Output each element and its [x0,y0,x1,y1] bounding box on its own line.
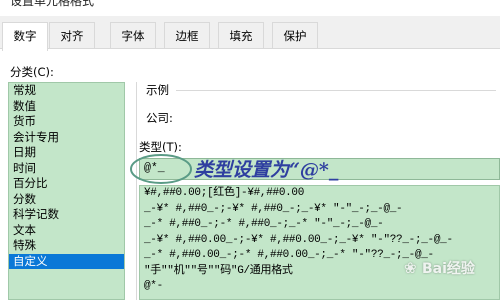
format-item[interactable]: _-¥* #,##0.00_-;-¥* #,##0.00_-;_-¥* "-"?… [140,233,499,249]
sample-label: 示例 [146,83,169,97]
category-item-custom[interactable]: 自定义 [9,253,124,269]
tab-strip: 数字 对齐 字体 边框 填充 保护 [0,22,500,51]
tab-border[interactable]: 边框 [164,22,210,49]
category-item-fraction[interactable]: 分数 [9,192,124,208]
category-item-accounting[interactable]: 会计专用 [9,130,124,146]
dialog-title-bar: 设置单元格格式 [0,0,500,16]
sample-group-line [176,90,496,91]
sample-value: 公司: [146,111,173,125]
category-item-number[interactable]: 数值 [9,99,124,115]
category-item-scientific[interactable]: 科学记数 [9,207,124,223]
type-label: 类型(T): [139,140,182,154]
category-item-percentage[interactable]: 百分比 [9,176,124,192]
tab-number[interactable]: 数字 [2,22,48,51]
watermark-text: Bai经验 [422,261,475,277]
format-item[interactable]: ¥#,##0.00;[红色]-¥#,##0.00 [140,186,499,202]
category-label: 分类(C): [10,65,54,79]
section-divider [136,82,137,300]
category-item-currency[interactable]: 货币 [9,114,124,130]
format-item[interactable]: _-* #,##0_-;-* #,##0_-;_-* "-"_-;_-@_- [140,217,499,233]
format-item[interactable]: @*- [140,279,499,295]
category-item-general[interactable]: 常规 [9,83,124,99]
category-item-time[interactable]: 时间 [9,161,124,177]
category-item-text[interactable]: 文本 [9,223,124,239]
tab-font[interactable]: 字体 [110,22,156,49]
tab-divider [0,48,500,49]
category-item-special[interactable]: 特殊 [9,238,124,254]
dialog-title: 设置单元格格式 [10,0,95,8]
paw-icon: ❀ [404,259,417,277]
format-item[interactable]: _-¥* #,##0_-;-¥* #,##0_-;_-¥* "-"_-;_-@_… [140,202,499,218]
tab-fill[interactable]: 填充 [218,22,264,49]
category-list[interactable]: 常规 数值 货币 会计专用 日期 时间 百分比 分数 科学记数 文本 特殊 自定… [8,82,125,300]
annotation-text: 类型设置为“@*_ [194,159,339,181]
tab-protection[interactable]: 保护 [272,22,318,49]
watermark: ❀ Bai经验 [404,255,496,281]
category-item-date[interactable]: 日期 [9,145,124,161]
format-list[interactable]: ¥#,##0.00;[红色]-¥#,##0.00 _-¥* #,##0_-;-¥… [139,185,500,300]
tab-alignment[interactable]: 对齐 [49,22,95,49]
